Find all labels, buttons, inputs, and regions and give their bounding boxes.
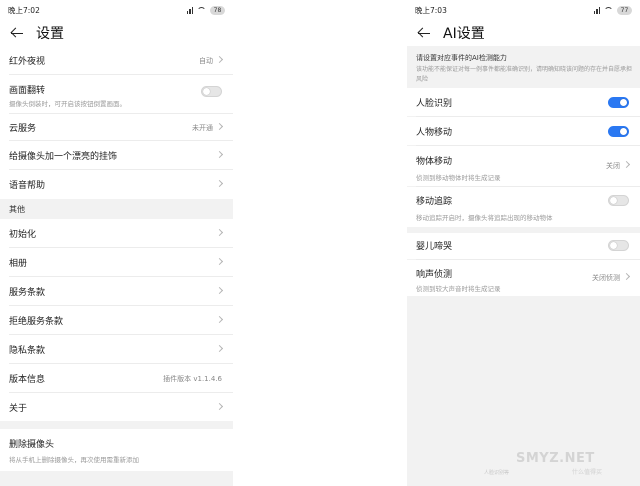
row-description: 摄像头倒装时，可开启该按钮倒置画面。 <box>9 100 126 108</box>
motion-tracking-toggle[interactable] <box>608 195 629 206</box>
status-time: 晚上7:03 <box>415 5 447 15</box>
setting-sound-detection[interactable]: 响声侦测 侦测到较大声音时将生成记录 关闭侦测 <box>407 260 640 296</box>
setting-person-movement: 人物移动 <box>407 117 640 145</box>
notice-heading: 请设置对应事件的AI检测能力 <box>416 54 507 62</box>
setting-camera-decoration[interactable]: 给摄像头加一个漂亮的挂饰 <box>0 141 233 169</box>
row-value: 关闭侦测 <box>592 274 620 282</box>
row-description: 侦测到移动物体时将生成记录 <box>416 174 501 182</box>
setting-motion-tracking: 移动追踪 移动追踪开启时，摄像头将追踪出现的移动物体 <box>407 187 640 227</box>
battery-icon: 77 <box>617 5 632 15</box>
row-value: 关闭 <box>606 162 620 170</box>
bottom-spacer <box>0 471 233 486</box>
setting-face-recognition: 人脸识别 <box>407 88 640 116</box>
setting-image-flip: 画面翻转 摄像头倒装时，可开启该按钮倒置画面。 <box>0 75 233 113</box>
chevron-right-icon <box>215 150 224 159</box>
chevron-right-icon <box>215 402 224 411</box>
person-movement-toggle[interactable] <box>608 126 629 137</box>
face-recognition-toggle[interactable] <box>608 97 629 108</box>
setting-baby-crying: 婴儿啼哭 <box>407 233 640 259</box>
setting-infrared-night-vision[interactable]: 红外夜视 自动 <box>0 46 233 74</box>
row-label: 初始化 <box>9 230 37 240</box>
chevron-right-icon <box>215 315 224 324</box>
chevron-right-icon <box>622 160 631 169</box>
signal-icon <box>593 6 600 14</box>
chevron-right-icon <box>215 122 224 131</box>
row-label: 婴儿啼哭 <box>416 242 453 252</box>
page-title: AI设置 <box>443 26 485 42</box>
watermark-subtitle: 什么值得买 <box>572 469 603 476</box>
row-label: 人脸识别 <box>416 99 453 109</box>
watermark: SMYZ.NET <box>516 451 595 466</box>
notice-body: 该功能不能保证对每一例事件都能准确识别，请明确知晓该问题的存在并自愿承担风险 <box>416 66 633 83</box>
setting-version-info[interactable]: 版本信息 插件版本 v1.1.4.6 <box>0 364 233 392</box>
app-bar: 设置 <box>0 20 233 46</box>
status-bar: 晚上7:03 77 <box>407 0 640 20</box>
delete-camera-button[interactable]: 删除摄像头 将从手机上删除摄像头，再次使用需重新添加 <box>0 429 233 471</box>
setting-object-movement[interactable]: 物体移动 侦测到移动物体时将生成记录 关闭 <box>407 146 640 186</box>
row-value: 自动 <box>199 57 213 65</box>
gap <box>233 0 407 486</box>
chevron-right-icon <box>215 228 224 237</box>
row-label: 服务条款 <box>9 288 46 298</box>
battery-icon: 78 <box>210 5 225 15</box>
row-label: 版本信息 <box>9 375 46 385</box>
row-label: 拒绝服务条款 <box>9 317 64 327</box>
setting-album[interactable]: 相册 <box>0 248 233 276</box>
row-label: 相册 <box>9 259 28 269</box>
section-label: 其他 <box>9 205 25 214</box>
row-label: 隐私条款 <box>9 346 46 356</box>
row-label: 语音帮助 <box>9 181 46 191</box>
wifi-icon <box>197 6 206 14</box>
row-label: 物体移动 <box>416 157 453 167</box>
row-label: 画面翻转 <box>9 86 46 96</box>
chevron-right-icon <box>215 257 224 266</box>
row-description: 将从手机上删除摄像头，再次使用需重新添加 <box>9 456 139 464</box>
footnote-text: 人脸识别等 <box>484 470 510 476</box>
row-label: 人物移动 <box>416 128 453 138</box>
app-bar: AI设置 <box>407 20 640 46</box>
row-label: 删除摄像头 <box>9 440 55 450</box>
signal-icon <box>186 6 193 14</box>
setting-reject-terms[interactable]: 拒绝服务条款 <box>0 306 233 334</box>
row-label: 红外夜视 <box>9 57 46 67</box>
row-label: 云服务 <box>9 124 37 134</box>
setting-privacy-policy[interactable]: 隐私条款 <box>0 335 233 363</box>
setting-about[interactable]: 关于 <box>0 393 233 421</box>
back-arrow-icon[interactable] <box>417 26 431 40</box>
setting-terms-of-service[interactable]: 服务条款 <box>0 277 233 305</box>
row-label: 响声侦测 <box>416 270 453 280</box>
settings-screen: 晚上7:02 78 设置 红外夜视 自动 画面翻转 摄像头倒装时，可开启该按钮倒… <box>0 0 233 486</box>
page-title: 设置 <box>36 26 64 42</box>
ai-notice: 请设置对应事件的AI检测能力 该功能不能保证对每一例事件都能准确识别，请明确知晓… <box>407 48 640 92</box>
chevron-right-icon <box>215 286 224 295</box>
row-description: 侦测到较大声音时将生成记录 <box>416 285 501 293</box>
setting-initialize[interactable]: 初始化 <box>0 219 233 247</box>
back-arrow-icon[interactable] <box>10 26 24 40</box>
chevron-right-icon <box>622 272 631 281</box>
row-description: 移动追踪开启时，摄像头将追踪出现的移动物体 <box>416 214 553 222</box>
chevron-right-icon <box>215 55 224 64</box>
baby-crying-toggle[interactable] <box>608 240 629 251</box>
version-value: 插件版本 v1.1.4.6 <box>163 375 222 383</box>
chevron-right-icon <box>215 179 224 188</box>
row-label: 关于 <box>9 404 28 414</box>
status-bar: 晚上7:02 78 <box>0 0 233 20</box>
row-label: 移动追踪 <box>416 197 453 207</box>
setting-voice-help[interactable]: 语音帮助 <box>0 170 233 198</box>
ai-settings-screen: 晚上7:03 77 AI设置 请设置对应事件的AI检测能力 该功能不能保证对每一… <box>407 0 640 486</box>
status-time: 晚上7:02 <box>8 5 40 15</box>
row-label: 给摄像头加一个漂亮的挂饰 <box>9 152 118 162</box>
image-flip-toggle[interactable] <box>201 86 222 97</box>
wifi-icon <box>604 6 613 14</box>
section-spacer <box>0 421 233 429</box>
chevron-right-icon <box>215 344 224 353</box>
setting-cloud-service[interactable]: 云服务 未开通 <box>0 114 233 140</box>
row-value: 未开通 <box>192 124 213 132</box>
section-header-other: 其他 <box>0 199 233 219</box>
